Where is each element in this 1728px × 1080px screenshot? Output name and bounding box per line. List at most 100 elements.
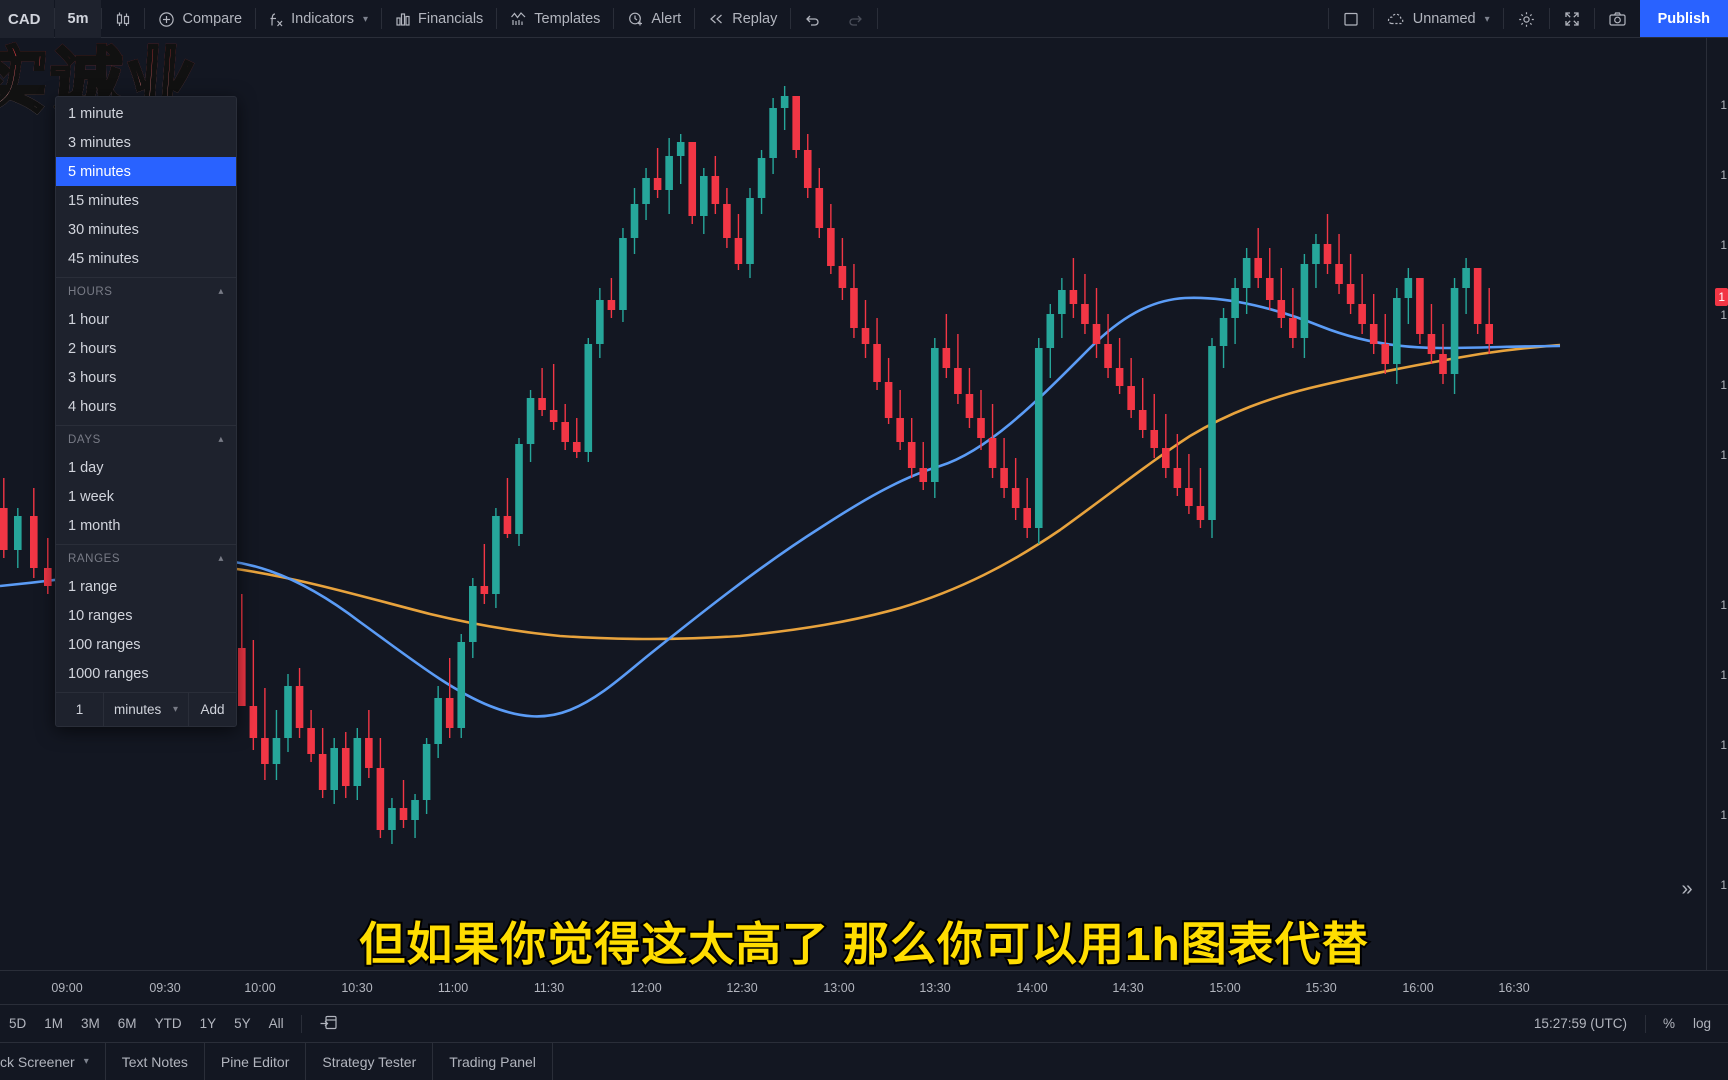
alert-button[interactable]: Alert: [614, 0, 694, 38]
candle-body: [965, 394, 974, 418]
timeframe-option-1-hour[interactable]: 1 hour: [56, 305, 236, 334]
fullscreen-button[interactable]: [1550, 0, 1594, 38]
candle-body: [642, 178, 650, 204]
tab-text-notes[interactable]: Text Notes: [106, 1043, 205, 1080]
option-label: 4 hours: [68, 398, 117, 415]
chevron-down-icon[interactable]: ▾: [1485, 14, 1490, 25]
publish-button[interactable]: Publish: [1639, 0, 1728, 37]
percent-scale-button[interactable]: %: [1654, 1012, 1684, 1035]
candle-body: [1323, 244, 1332, 264]
tab-trading-panel[interactable]: Trading Panel: [433, 1043, 553, 1080]
templates-icon: [510, 11, 527, 27]
range-button-all[interactable]: All: [260, 1012, 293, 1035]
layout-select-button[interactable]: [1329, 0, 1373, 38]
candle-body: [1127, 386, 1135, 410]
snapshot-button[interactable]: [1595, 0, 1640, 38]
custom-interval-qty-input[interactable]: 1: [56, 693, 104, 726]
candle-body: [561, 422, 569, 442]
tab-stock-screener[interactable]: ck Screener ▾: [0, 1043, 106, 1080]
undo-button[interactable]: [791, 0, 834, 38]
go-to-date-button[interactable]: [310, 1010, 347, 1038]
templates-button[interactable]: Templates: [497, 0, 613, 38]
candle-body: [1393, 298, 1401, 364]
camera-icon: [1608, 11, 1627, 27]
range-button-1m[interactable]: 1M: [35, 1012, 72, 1035]
financials-button[interactable]: Financials: [382, 0, 496, 38]
candle-body: [261, 738, 269, 764]
time-axis[interactable]: 09:00 09:30 10:00 10:30 11:00 11:30 12:00 12:30…: [0, 970, 1728, 1004]
candle-body: [422, 744, 431, 800]
replay-button[interactable]: Replay: [695, 0, 790, 38]
custom-interval-add-button[interactable]: Add: [189, 693, 236, 726]
candle-body: [353, 738, 362, 786]
candle-body: [295, 686, 304, 728]
log-scale-button[interactable]: log: [1684, 1012, 1720, 1035]
custom-interval-unit-select[interactable]: minutes ▾: [104, 693, 189, 726]
candle-body: [861, 328, 870, 344]
redo-button[interactable]: [834, 0, 877, 38]
timeframe-option-3-minutes[interactable]: 3 minutes: [56, 128, 236, 157]
timeframe-option-1-range[interactable]: 1 range: [56, 572, 236, 601]
range-button-5d[interactable]: 5D: [0, 1012, 35, 1035]
timeframe-option-1-minute[interactable]: 1 minute: [56, 99, 236, 128]
timeframe-option-45-minutes[interactable]: 45 minutes: [56, 244, 236, 273]
timeframe-group-days[interactable]: DAYS ▴: [56, 425, 236, 453]
chevron-down-icon[interactable]: ▾: [363, 14, 368, 25]
time-tick-label: 10:30: [341, 981, 373, 995]
candle-body: [711, 176, 720, 204]
timeframe-option-10-ranges[interactable]: 10 ranges: [56, 601, 236, 630]
candle-body: [977, 418, 985, 438]
candle-body: [0, 508, 8, 550]
range-button-ytd[interactable]: YTD: [146, 1012, 191, 1035]
financials-label: Financials: [418, 11, 484, 27]
range-button-6m[interactable]: 6M: [109, 1012, 146, 1035]
chevron-up-icon[interactable]: ▴: [218, 553, 224, 564]
timeframe-option-2-hours[interactable]: 2 hours: [56, 334, 236, 363]
timeframe-option-3-hours[interactable]: 3 hours: [56, 363, 236, 392]
chevron-down-icon[interactable]: ▾: [84, 1056, 89, 1067]
save-layout-button[interactable]: Unnamed ▾: [1374, 0, 1503, 38]
candle-body: [954, 368, 962, 394]
candle-body: [1150, 430, 1159, 448]
candle-body: [1427, 334, 1436, 354]
option-label: 1 minute: [68, 105, 124, 122]
timeframe-option-4-hours[interactable]: 4 hours: [56, 392, 236, 421]
chart-canvas[interactable]: [0, 38, 1728, 970]
option-label: 1 hour: [68, 311, 110, 328]
chevron-up-icon[interactable]: ▴: [218, 286, 224, 297]
range-button-5y[interactable]: 5Y: [225, 1012, 260, 1035]
timeframe-option-1000-ranges[interactable]: 1000 ranges: [56, 659, 236, 688]
timeframe-option-1-day[interactable]: 1 day: [56, 453, 236, 482]
chevron-down-icon[interactable]: ▾: [173, 704, 178, 715]
range-button-1y[interactable]: 1Y: [191, 1012, 226, 1035]
option-label: 30 minutes: [68, 221, 139, 238]
tab-strategy-tester[interactable]: Strategy Tester: [306, 1043, 434, 1080]
option-label: 2 hours: [68, 340, 117, 357]
chart-clock[interactable]: 15:27:59 (UTC): [1524, 1016, 1637, 1031]
tradingview-chart-app: CAD 5m Compare Indicators ▾ Financials T…: [0, 0, 1728, 1080]
indicators-button[interactable]: Indicators ▾: [256, 0, 381, 38]
price-axis[interactable]: 1 1 1 1 1 1 1 1 1 1 1 1: [1706, 38, 1728, 970]
chevron-up-icon[interactable]: ▴: [218, 434, 224, 445]
candle-body: [572, 442, 581, 452]
statusbar-divider: [1644, 1014, 1646, 1033]
timeframe-option-1-week[interactable]: 1 week: [56, 482, 236, 511]
timeframe-group-ranges[interactable]: RANGES ▴: [56, 544, 236, 572]
timeframe-option-1-month[interactable]: 1 month: [56, 511, 236, 540]
candle-body: [723, 204, 731, 238]
timeframe-option-30-minutes[interactable]: 30 minutes: [56, 215, 236, 244]
range-button-3m[interactable]: 3M: [72, 1012, 109, 1035]
timeframe-option-100-ranges[interactable]: 100 ranges: [56, 630, 236, 659]
date-range-icon: [319, 1014, 338, 1031]
timeframe-option-15-minutes[interactable]: 15 minutes: [56, 186, 236, 215]
settings-button[interactable]: [1504, 0, 1549, 38]
timeframe-group-hours[interactable]: HOURS ▴: [56, 277, 236, 305]
time-tick-label: 10:00: [244, 981, 276, 995]
tab-pine-editor[interactable]: Pine Editor: [205, 1043, 307, 1080]
candle-body: [700, 176, 708, 216]
candle-body: [411, 800, 419, 820]
timeframe-option-5-minutes[interactable]: 5 minutes: [56, 157, 236, 186]
expand-pane-button[interactable]: »: [1674, 876, 1700, 902]
timeframe-dropdown-menu[interactable]: 1 minute 3 minutes 5 minutes 15 minutes …: [55, 96, 237, 727]
add-label: Add: [200, 702, 225, 717]
